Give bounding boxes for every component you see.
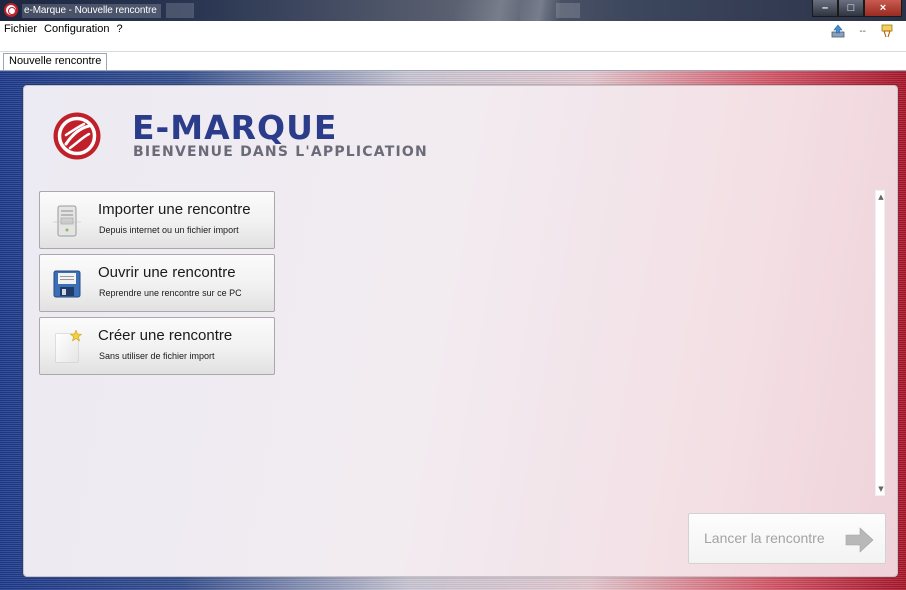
minimize-button[interactable]: – [812,0,838,17]
create-match-description: Sans utiliser de fichier import [99,351,215,361]
new-document-icon [55,330,82,363]
scroll-down-icon[interactable]: ▼ [877,485,885,493]
open-match-description: Reprendre une rencontre sur ce PC [99,288,242,298]
computer-tower-icon [53,205,81,237]
basketball-hoop-icon[interactable] [880,24,894,38]
title-bar-thumbnail [556,3,580,18]
app-logo-icon [4,3,18,17]
maximize-button[interactable]: □ [838,0,864,17]
menu-help[interactable]: ? [116,22,127,36]
create-match-button[interactable]: Créer une rencontre Sans utiliser de fic… [39,317,275,375]
import-match-button[interactable]: Importer une rencontre Depuis internet o… [39,191,275,249]
title-bar-thumbnail [166,3,194,18]
create-match-label: Créer une rencontre [98,327,233,344]
menu-bar: Fichier Configuration ? -- [0,21,906,52]
arrow-right-icon [845,527,874,553]
floppy-disk-icon [53,270,81,298]
launch-match-button[interactable]: Lancer la rencontre [688,513,886,564]
upload-icon[interactable] [831,24,845,38]
close-button[interactable]: × [864,0,902,17]
scroll-up-icon[interactable]: ▲ [877,193,885,201]
title-bar[interactable]: e-Marque - Nouvelle rencontre – □ × [0,0,906,21]
welcome-panel: E-MARQUE BIENVENUE DANS L'APPLICATION Im… [23,85,898,577]
window-controls: – □ × [812,0,902,18]
open-match-button[interactable]: Ouvrir une rencontre Reprendre une renco… [39,254,275,312]
brand-title: E-MARQUE [132,108,338,147]
import-match-description: Depuis internet ou un fichier import [99,225,239,235]
window-title: e-Marque - Nouvelle rencontre [22,4,161,18]
tab-nouvelle-rencontre[interactable]: Nouvelle rencontre [3,53,108,70]
launch-match-label: Lancer la rencontre [704,530,825,546]
vertical-scrollbar[interactable]: ▲ ▼ [875,190,885,496]
menu-configuration[interactable]: Configuration [44,22,114,36]
open-match-label: Ouvrir une rencontre [98,264,236,281]
brand-subtitle: BIENVENUE DANS L'APPLICATION [133,144,428,160]
menu-fichier[interactable]: Fichier [4,22,42,36]
menu-separator: -- [859,25,866,37]
import-match-label: Importer une rencontre [98,201,251,218]
e-marque-logo-icon [53,112,101,160]
